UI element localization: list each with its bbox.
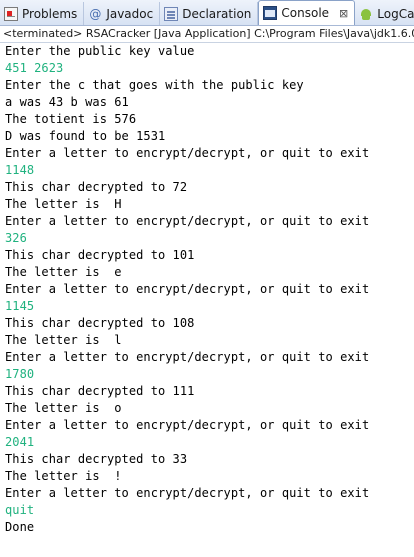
console-output-line: The letter is l bbox=[5, 333, 122, 347]
console-output-line: The letter is e bbox=[5, 265, 122, 279]
console-output[interactable]: Enter the public key value 451 2623 Enter … bbox=[0, 43, 414, 557]
tab-javadoc-label: Javadoc bbox=[106, 6, 154, 21]
tab-javadoc[interactable]: @ Javadoc bbox=[84, 2, 161, 25]
console-input-line: 326 bbox=[5, 231, 27, 245]
console-output-line: Enter a letter to encrypt/decrypt, or qu… bbox=[5, 486, 370, 500]
tab-console[interactable]: Console ⊠ bbox=[258, 0, 356, 25]
close-icon[interactable]: ⊠ bbox=[339, 7, 348, 20]
console-output-line: The letter is ! bbox=[5, 469, 122, 483]
console-output-line: Enter the public key value bbox=[5, 44, 195, 58]
tab-problems[interactable]: Problems bbox=[0, 2, 85, 25]
console-output-line: Enter the c that goes with the public ke… bbox=[5, 78, 304, 92]
console-output-line: The totient is 576 bbox=[5, 112, 137, 126]
console-output-line: The letter is H bbox=[5, 197, 122, 211]
tab-declaration-label: Declaration bbox=[182, 6, 252, 21]
console-output-line: Done bbox=[5, 520, 35, 534]
tab-logcat[interactable]: LogCat bbox=[355, 2, 414, 25]
console-input-line: 1780 bbox=[5, 367, 35, 381]
console-output-line: Enter a letter to encrypt/decrypt, or qu… bbox=[5, 282, 370, 296]
problems-icon bbox=[4, 6, 18, 21]
console-output-line: This char decrypted to 101 bbox=[5, 248, 195, 262]
tab-console-label: Console bbox=[281, 6, 330, 20]
console-output-line: This char decrypted to 111 bbox=[5, 384, 195, 398]
console-output-line: Enter a letter to encrypt/decrypt, or qu… bbox=[5, 214, 370, 228]
declaration-icon bbox=[164, 6, 179, 21]
console-input-line: quit bbox=[5, 503, 35, 517]
console-output-line: This char decrypted to 33 bbox=[5, 452, 188, 466]
console-input-line: 1148 bbox=[5, 163, 35, 177]
tab-problems-label: Problems bbox=[22, 6, 78, 21]
console-input-line: 451 2623 bbox=[5, 61, 64, 75]
console-output-line: a was 43 b was 61 bbox=[5, 95, 129, 109]
console-output-line: Enter a letter to encrypt/decrypt, or qu… bbox=[5, 146, 370, 160]
console-output-line: The letter is o bbox=[5, 401, 122, 415]
tab-logcat-label: LogCat bbox=[377, 6, 414, 21]
console-input-line: 2041 bbox=[5, 435, 35, 449]
console-icon bbox=[263, 6, 278, 20]
console-input-line: 1145 bbox=[5, 299, 35, 313]
console-output-line: Enter a letter to encrypt/decrypt, or qu… bbox=[5, 350, 370, 364]
android-icon bbox=[359, 7, 373, 21]
javadoc-icon: @ bbox=[89, 6, 102, 21]
console-status-line: <terminated> RSACracker [Java Applicatio… bbox=[0, 26, 414, 43]
tab-declaration[interactable]: Declaration bbox=[160, 2, 259, 25]
console-output-line: D was found to be 1531 bbox=[5, 129, 166, 143]
console-output-line: Enter a letter to encrypt/decrypt, or qu… bbox=[5, 418, 370, 432]
console-output-line: This char decrypted to 72 bbox=[5, 180, 188, 194]
view-tab-bar: Problems @ Javadoc Declaration Console ⊠… bbox=[0, 0, 414, 26]
console-output-line: This char decrypted to 108 bbox=[5, 316, 195, 330]
